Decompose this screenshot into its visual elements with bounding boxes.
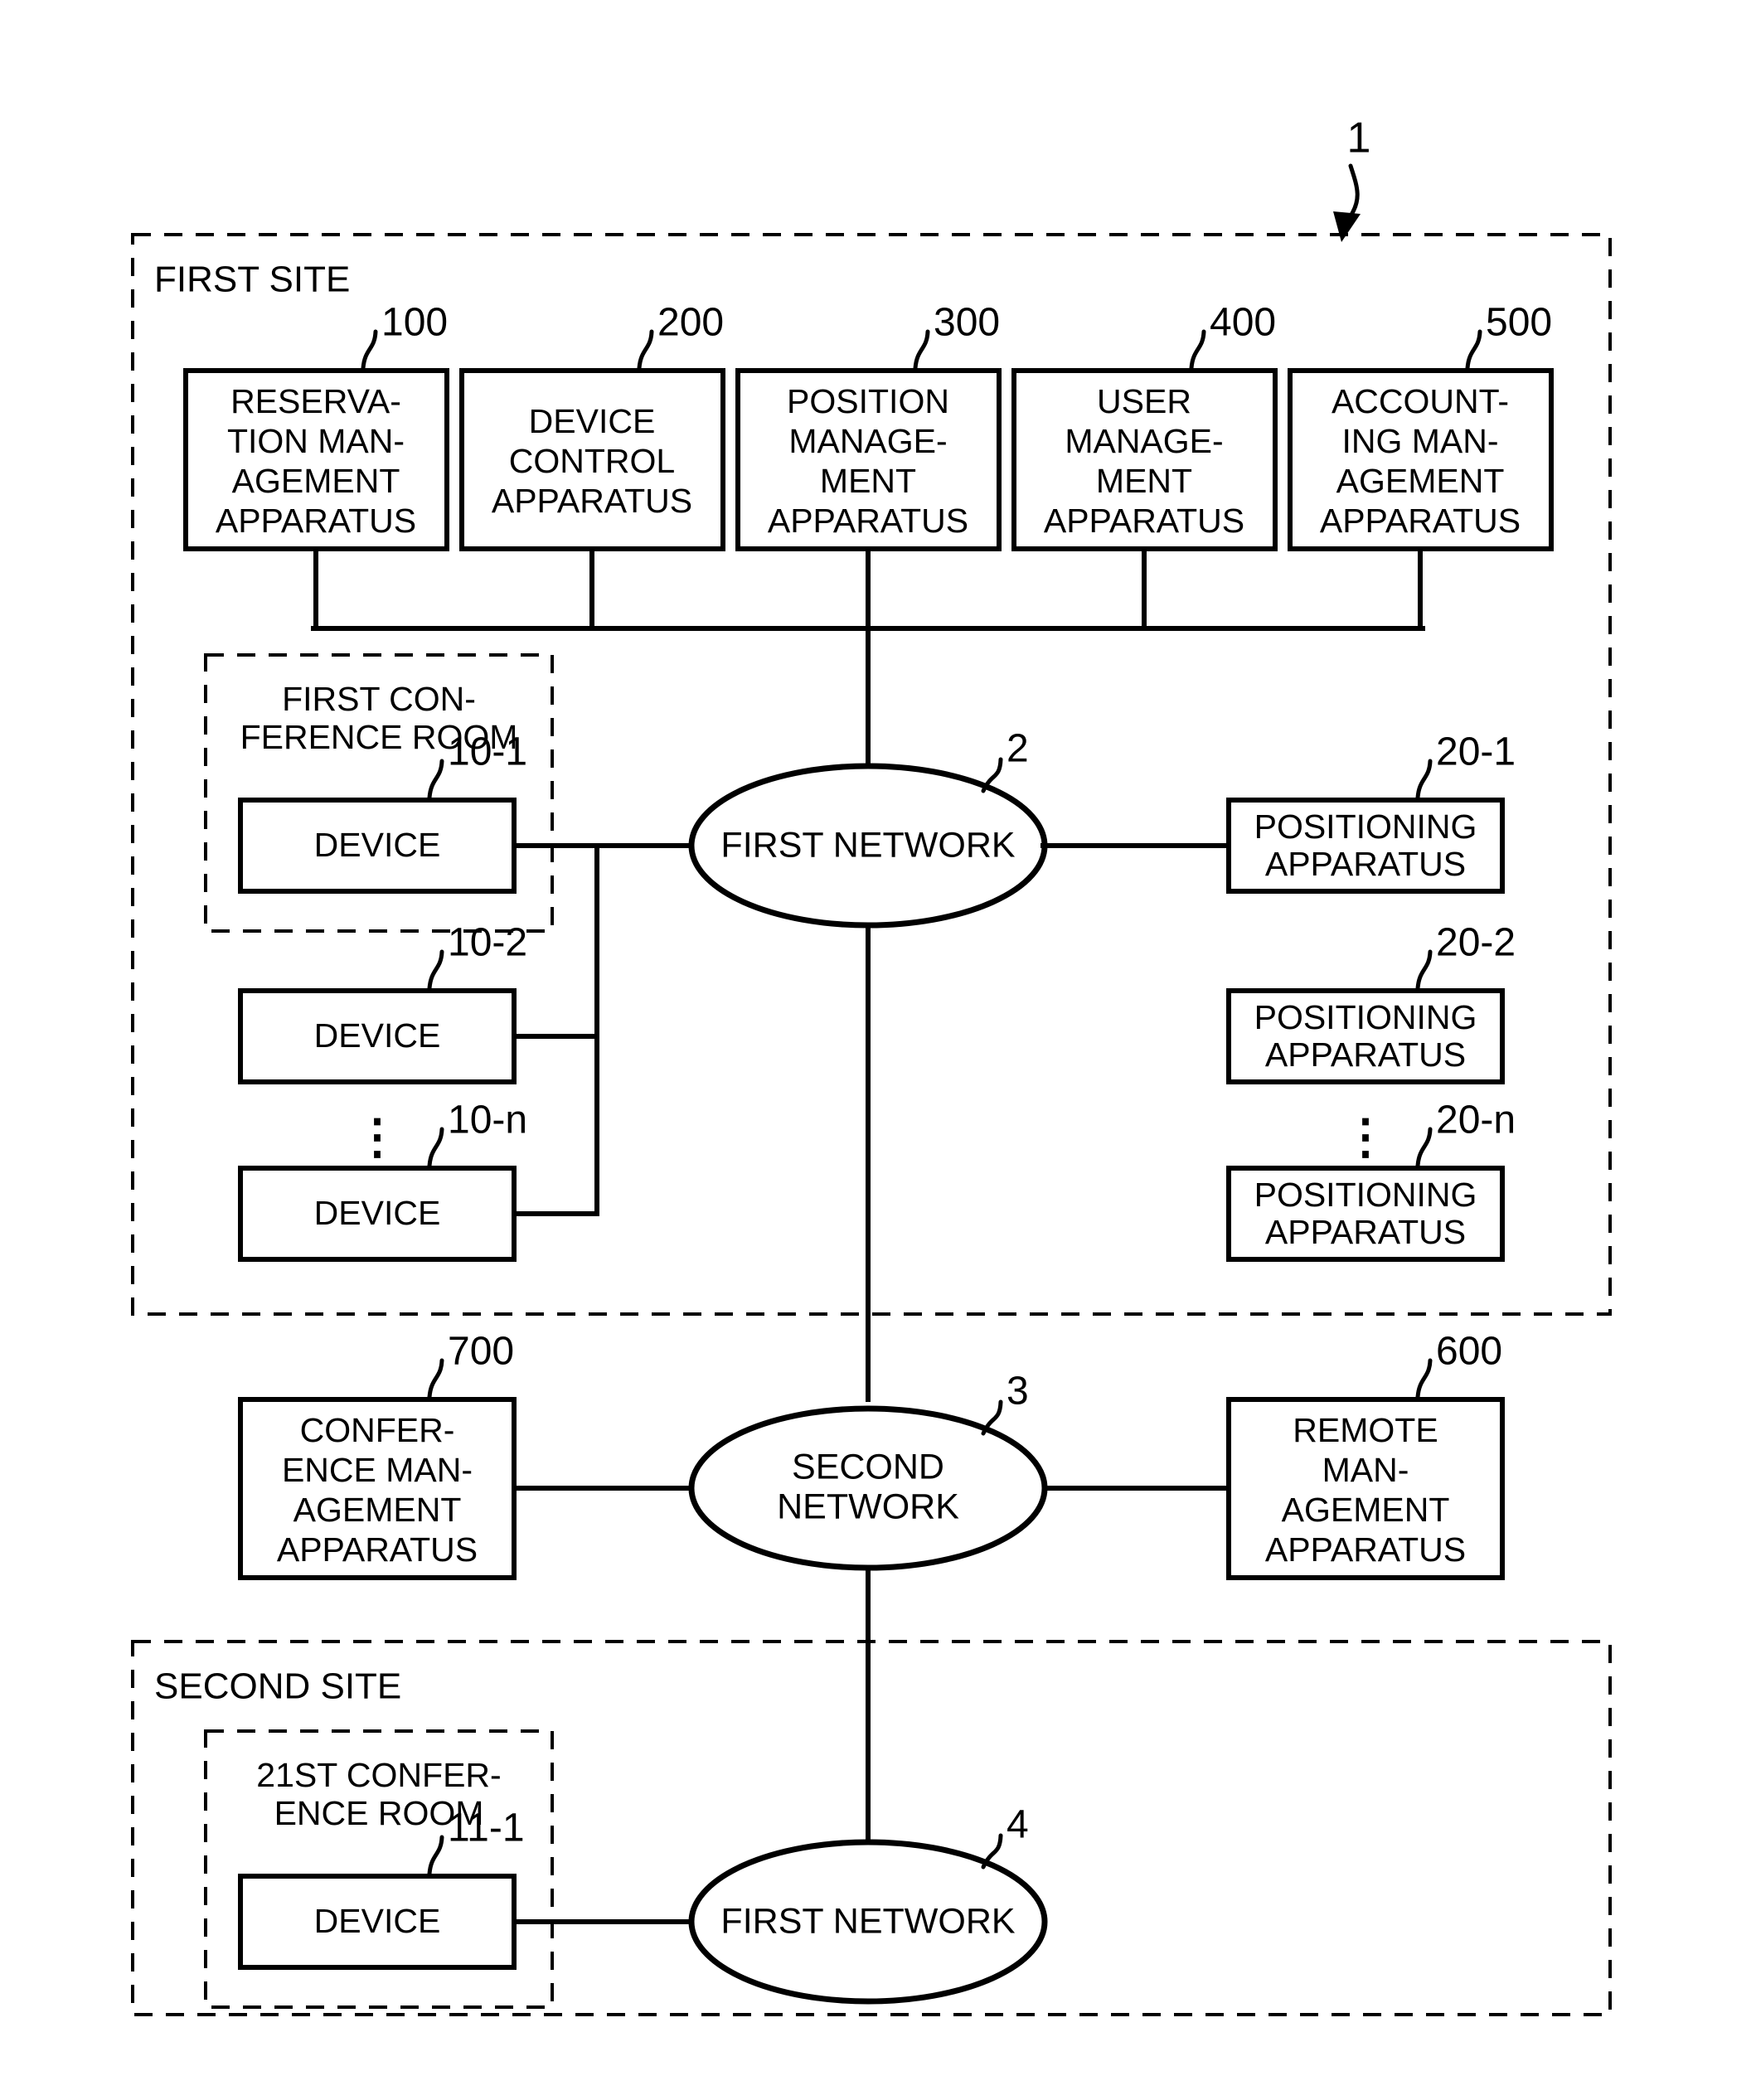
positioning-apparatus-20-1-line-2: APPARATUS	[1265, 845, 1466, 883]
device-10-2[interactable]: 10-2 DEVICE	[238, 921, 527, 1084]
device-10-2-label: DEVICE	[314, 1016, 441, 1055]
reservation-management-apparatus-line-1: RESERVA-	[230, 382, 401, 420]
accounting-management-apparatus-line-2: ING MAN-	[1341, 422, 1498, 460]
second-network-3-label-line-1: SECOND	[792, 1447, 944, 1486]
leader-600	[1415, 1358, 1433, 1399]
positioning-apparatus-20-n-line-1: POSITIONING	[1254, 1176, 1477, 1214]
ref-label-2: 2	[1007, 727, 1029, 771]
conference-management-apparatus-line-1: CONFER-	[300, 1411, 455, 1449]
ref-label-20-n: 20-n	[1436, 1098, 1516, 1142]
device-control-apparatus-line-1: DEVICE	[529, 402, 656, 440]
user-management-apparatus-line-2: MANAGE-	[1065, 422, 1223, 460]
remote-management-apparatus-line-3: AGEMENT	[1282, 1491, 1450, 1529]
figure-root: 1 FIRST SITE 100 RESERVA- TION MAN- AGEM…	[0, 0, 1756, 2100]
ref-label-11-1: 11-1	[448, 1807, 525, 1850]
conference-management-apparatus-line-2: ENCE MAN-	[282, 1451, 473, 1489]
figure-reference-1: 1	[1333, 114, 1370, 242]
leader-500	[1465, 329, 1482, 371]
device-11-1-label: DEVICE	[314, 1902, 441, 1940]
device-control-apparatus[interactable]: 200 DEVICE CONTROL APPARATUS	[459, 301, 725, 551]
reservation-management-apparatus-line-4: APPARATUS	[216, 502, 416, 540]
leader-20-2	[1415, 949, 1433, 991]
positioning-apparatus-20-n-line-2: APPARATUS	[1265, 1213, 1466, 1251]
first-network-4-label: FIRST NETWORK	[720, 1901, 1015, 1941]
device-10-n-label: DEVICE	[314, 1194, 441, 1232]
ref-label-500: 500	[1486, 301, 1552, 345]
positioning-apparatus-20-1[interactable]: 20-1 POSITIONING APPARATUS	[1226, 730, 1516, 894]
accounting-management-apparatus[interactable]: 500 ACCOUNT- ING MAN- AGEMENT APPARATUS	[1288, 301, 1554, 551]
ref-label-20-1: 20-1	[1436, 730, 1516, 774]
user-management-apparatus[interactable]: 400 USER MANAGE- MENT APPARATUS	[1011, 301, 1278, 551]
conference-management-apparatus[interactable]: 700 CONFER- ENCE MAN- AGEMENT APPARATUS	[238, 1330, 517, 1580]
remote-management-apparatus-line-1: REMOTE	[1293, 1411, 1438, 1449]
user-management-apparatus-line-3: MENT	[1096, 462, 1192, 500]
ref-label-300: 300	[934, 301, 1000, 345]
leader-11-1	[427, 1835, 444, 1876]
leader-400	[1189, 329, 1206, 371]
ref-label-10-1: 10-1	[448, 730, 527, 774]
position-management-apparatus[interactable]: 300 POSITION MANAGE- MENT APPARATUS	[735, 301, 1002, 551]
user-management-apparatus-line-1: USER	[1097, 382, 1191, 420]
leader-10-n	[427, 1127, 444, 1168]
second-network-3-label-line-2: NETWORK	[777, 1486, 959, 1526]
ref-label-700: 700	[448, 1330, 514, 1374]
reservation-management-apparatus-line-2: TION MAN-	[227, 422, 405, 460]
positioning-apparatus-20-2[interactable]: 20-2 POSITIONING APPARATUS	[1226, 921, 1516, 1084]
remote-management-apparatus-line-2: MAN-	[1322, 1451, 1409, 1489]
device-10-1-label: DEVICE	[314, 826, 441, 864]
conference-management-apparatus-line-3: AGEMENT	[293, 1491, 462, 1529]
ref-label-200: 200	[657, 301, 724, 345]
accounting-management-apparatus-line-4: APPARATUS	[1320, 502, 1521, 540]
device-control-apparatus-line-2: CONTROL	[509, 442, 675, 480]
accounting-management-apparatus-line-1: ACCOUNT-	[1332, 382, 1509, 420]
positioning-list-ellipsis-icon: ⋮	[1341, 1109, 1390, 1163]
leader-10-2	[427, 949, 444, 991]
positioning-apparatus-20-1-line-1: POSITIONING	[1254, 808, 1477, 846]
position-management-apparatus-line-2: MANAGE-	[788, 422, 947, 460]
positioning-apparatus-20-2-line-1: POSITIONING	[1254, 998, 1477, 1036]
leader-20-n	[1415, 1127, 1433, 1168]
second-site-label: SECOND SITE	[154, 1666, 401, 1707]
system-configuration-diagram: 1 FIRST SITE 100 RESERVA- TION MAN- AGEM…	[131, 114, 1612, 2016]
accounting-management-apparatus-line-3: AGEMENT	[1336, 462, 1505, 500]
position-management-apparatus-line-4: APPARATUS	[768, 502, 968, 540]
figure-arrow-head	[1333, 211, 1361, 242]
leader-700	[427, 1358, 444, 1399]
ref-label-10-n: 10-n	[448, 1098, 527, 1142]
twenty-first-conference-room-label-line-1: 21ST CONFER-	[256, 1756, 501, 1794]
user-management-apparatus-line-4: APPARATUS	[1044, 502, 1244, 540]
ref-label-100: 100	[381, 301, 448, 345]
device-control-apparatus-line-3: APPARATUS	[492, 482, 692, 520]
remote-management-apparatus[interactable]: 600 REMOTE MAN- AGEMENT APPARATUS	[1226, 1330, 1505, 1580]
first-conference-room-label-line-1: FIRST CON-	[282, 680, 476, 718]
positioning-apparatus-20-2-line-2: APPARATUS	[1265, 1035, 1466, 1074]
first-network-2-label: FIRST NETWORK	[720, 825, 1015, 865]
reservation-management-apparatus[interactable]: 100 RESERVA- TION MAN- AGEMENT APPARATUS	[183, 301, 449, 551]
leader-200	[637, 329, 654, 371]
conference-management-apparatus-line-4: APPARATUS	[277, 1530, 478, 1569]
reservation-management-apparatus-line-3: AGEMENT	[232, 462, 400, 500]
ref-label-3: 3	[1007, 1370, 1029, 1414]
leader-100	[361, 329, 378, 371]
leader-300	[913, 329, 930, 371]
ref-label-20-2: 20-2	[1436, 921, 1516, 965]
device-bus-wiring	[512, 843, 704, 1216]
position-management-apparatus-line-3: MENT	[820, 462, 916, 500]
leader-10-1	[427, 759, 444, 800]
position-management-apparatus-line-1: POSITION	[787, 382, 949, 420]
remote-management-apparatus-line-4: APPARATUS	[1265, 1530, 1466, 1569]
ref-label-4: 4	[1007, 1803, 1029, 1847]
figure-arrow-curve	[1347, 163, 1360, 220]
leader-20-1	[1415, 759, 1433, 800]
device-list-ellipsis-icon: ⋮	[353, 1109, 401, 1163]
figure-reference-label: 1	[1347, 114, 1371, 162]
ref-label-10-2: 10-2	[448, 921, 527, 965]
ref-label-600: 600	[1436, 1330, 1502, 1374]
ref-label-400: 400	[1210, 301, 1276, 345]
first-site-label: FIRST SITE	[154, 259, 350, 300]
